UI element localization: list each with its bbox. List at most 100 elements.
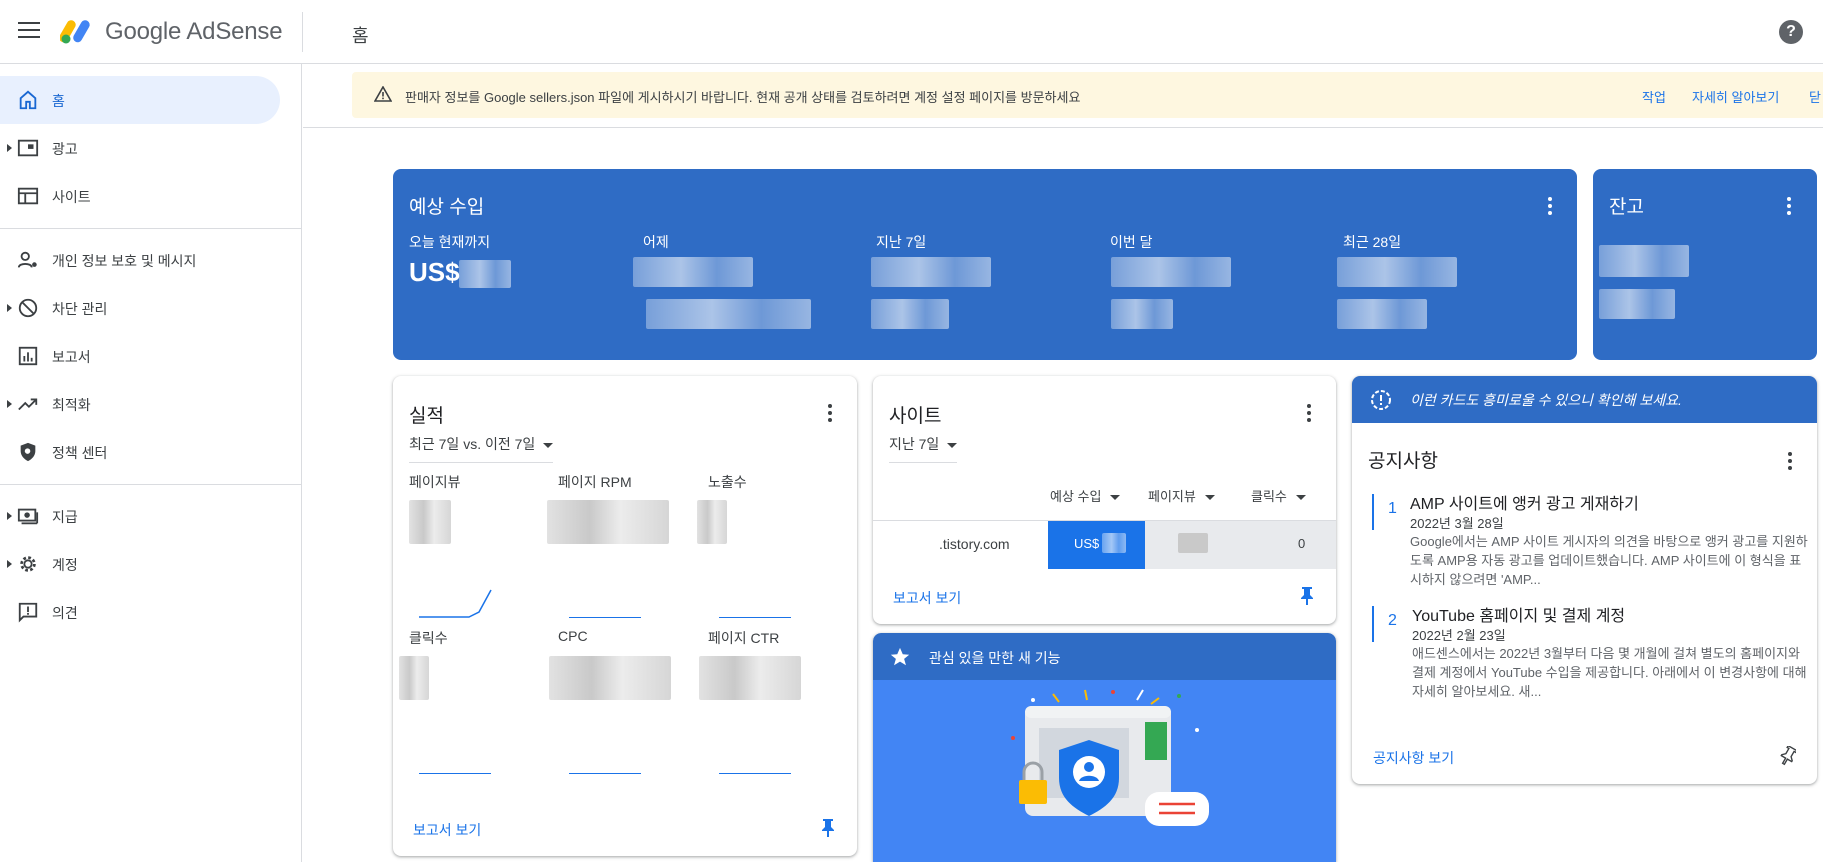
ads-icon — [17, 139, 39, 157]
suggestion-banner-text: 이런 카드도 흥미로울 수 있으니 확인해 보세요. — [1410, 392, 1682, 408]
warning-icon — [374, 86, 392, 102]
earnings-label-7days: 지난 7일 — [876, 234, 927, 250]
announcement-item[interactable]: 2 YouTube 홈페이지 및 결제 계정 2022년 2월 23일 애드센스… — [1372, 602, 1812, 702]
more-vert-icon[interactable] — [827, 404, 833, 424]
more-vert-icon[interactable] — [1786, 197, 1792, 217]
sidebar-item-policy-center[interactable]: 정책 센터 — [0, 428, 280, 476]
new-features-header: 관심 있을 만한 새 기능 — [873, 633, 1336, 680]
header-divider — [302, 12, 303, 52]
menu-icon[interactable] — [18, 22, 40, 40]
card-title: 사이트 — [889, 406, 942, 427]
column-header-earnings[interactable]: 예상 수입 — [1050, 486, 1121, 505]
sidebar-item-label: 광고 — [52, 141, 78, 157]
dropdown-value: 최근 7일 vs. 이전 7일 — [409, 436, 536, 452]
redacted-value — [549, 656, 671, 700]
pin-icon[interactable] — [820, 818, 836, 838]
redacted-value — [699, 656, 801, 700]
cpc-sparkline — [569, 773, 641, 774]
page-ctr-sparkline — [719, 773, 791, 774]
metric-page-rpm-label: 페이지 RPM — [558, 474, 632, 490]
sidebar-item-label: 보고서 — [52, 349, 91, 365]
sites-date-range-dropdown[interactable]: 지난 7일 — [889, 434, 958, 463]
alert-action-button[interactable]: 작업 — [1642, 87, 1666, 106]
redacted-value — [547, 500, 669, 544]
redacted-value — [1599, 289, 1675, 319]
redacted-value — [1337, 299, 1427, 329]
more-vert-icon[interactable] — [1547, 197, 1553, 217]
announcement-date: 2022년 3월 28일 — [1410, 516, 1504, 531]
date-range-dropdown[interactable]: 최근 7일 vs. 이전 7일 — [409, 434, 554, 463]
sites-card: 사이트 지난 7일 예상 수입 페이지뷰 클릭수 .tistory.com US… — [873, 376, 1336, 624]
more-vert-icon[interactable] — [1787, 452, 1793, 472]
card-title: 공지사항 — [1368, 451, 1438, 472]
announcement-title[interactable]: AMP 사이트에 앵커 광고 게재하기 — [1410, 490, 1639, 514]
redacted-value — [1111, 299, 1173, 329]
pageviews-sparkline — [419, 589, 492, 618]
announcement-title[interactable]: YouTube 홈페이지 및 결제 계정 — [1412, 602, 1625, 626]
announcement-item[interactable]: 1 AMP 사이트에 앵커 광고 게재하기 2022년 3월 28일 Googl… — [1372, 490, 1812, 590]
redacted-value — [459, 260, 511, 288]
sidebar-divider — [0, 484, 302, 485]
performance-report-link[interactable]: 보고서 보기 — [413, 820, 481, 840]
pin-icon[interactable] — [1299, 586, 1315, 606]
help-icon[interactable]: ? — [1779, 20, 1803, 44]
site-name[interactable]: .tistory.com — [939, 536, 1010, 552]
metric-impressions-label: 노출수 — [708, 474, 747, 490]
dropdown-arrow-icon — [947, 442, 958, 448]
sites-icon — [17, 187, 39, 205]
card-title: 예상 수입 — [409, 197, 485, 218]
top-app-bar: Google AdSense 홈 ? — [0, 0, 1823, 64]
sites-report-link[interactable]: 보고서 보기 — [893, 588, 961, 608]
column-header-pageviews[interactable]: 페이지뷰 — [1148, 486, 1215, 505]
metric-cpc-label: CPC — [558, 628, 588, 644]
redacted-value — [1337, 257, 1457, 287]
announcements-view-link[interactable]: 공지사항 보기 — [1373, 748, 1454, 768]
sidebar-item-reports[interactable]: 보고서 — [0, 332, 280, 380]
sidebar-item-label: 정책 센터 — [52, 445, 108, 461]
dropdown-value: 지난 7일 — [889, 436, 940, 452]
shield-search-icon — [20, 442, 36, 462]
redacted-value — [871, 257, 991, 287]
alert-learn-more-link[interactable]: 자세히 알아보기 — [1692, 87, 1779, 106]
sidebar-item-feedback[interactable]: 의견 — [0, 588, 280, 636]
pin-outline-icon[interactable] — [1780, 746, 1796, 766]
balance-card: 잔고 — [1593, 169, 1817, 360]
sidebar-item-label: 계정 — [52, 557, 78, 573]
site-earnings-cell: US$ — [1048, 521, 1145, 569]
announcement-date: 2022년 2월 23일 — [1412, 628, 1506, 643]
sidebar-item-label: 홈 — [52, 93, 65, 109]
earnings-label-month: 이번 달 — [1110, 234, 1153, 250]
page-rpm-sparkline — [569, 617, 641, 618]
sidebar-item-home[interactable]: 홈 — [0, 76, 280, 124]
redacted-value — [1102, 533, 1126, 553]
adsense-logo-icon — [60, 20, 90, 44]
sidebar-item-payments[interactable]: 지급 — [0, 492, 280, 540]
redacted-value — [697, 500, 727, 544]
more-vert-icon[interactable] — [1306, 404, 1312, 424]
column-header-clicks[interactable]: 클릭수 — [1251, 486, 1306, 505]
performance-card: 실적 최근 7일 vs. 이전 7일 페이지뷰 페이지 RPM 노출수 클릭수 … — [393, 376, 857, 856]
content-divider — [303, 127, 1823, 128]
metric-pageviews-label: 페이지뷰 — [409, 474, 461, 490]
sidebar-item-ads[interactable]: 광고 — [0, 124, 280, 172]
redacted-value — [633, 257, 753, 287]
column-header-label: 예상 수입 — [1050, 489, 1102, 504]
alert-dismiss-button[interactable]: 닫 — [1809, 87, 1821, 106]
sidebar-item-label: 의견 — [52, 605, 78, 621]
metric-page-ctr-label: 페이지 CTR — [708, 630, 780, 646]
announcement-number: 1 — [1388, 500, 1397, 517]
sidebar-item-account[interactable]: 계정 — [0, 540, 280, 588]
sidebar-item-privacy-messaging[interactable]: 개인 정보 보호 및 메시지 — [0, 236, 280, 284]
announcement-marker — [1372, 494, 1374, 530]
site-clicks-value: 0 — [1298, 536, 1306, 551]
sidebar-item-optimization[interactable]: 최적화 — [0, 380, 280, 428]
announcement-body: 애드센스에서는 2022년 3월부터 다음 몇 개월에 걸쳐 별도의 홈페이지와… — [1412, 646, 1807, 699]
estimated-earnings-card: 예상 수입 오늘 현재까지 어제 지난 7일 이번 달 최근 28일 US$ — [393, 169, 1577, 360]
sidebar-item-sites[interactable]: 사이트 — [0, 172, 280, 220]
sidebar-item-blocking-controls[interactable]: 차단 관리 — [0, 284, 280, 332]
redacted-value — [1178, 533, 1208, 553]
site-metrics-band: 0 — [1145, 521, 1336, 569]
new-features-illustration — [873, 680, 1336, 862]
sort-arrow-icon — [1204, 495, 1215, 501]
earnings-today-value: US$ — [409, 257, 460, 287]
